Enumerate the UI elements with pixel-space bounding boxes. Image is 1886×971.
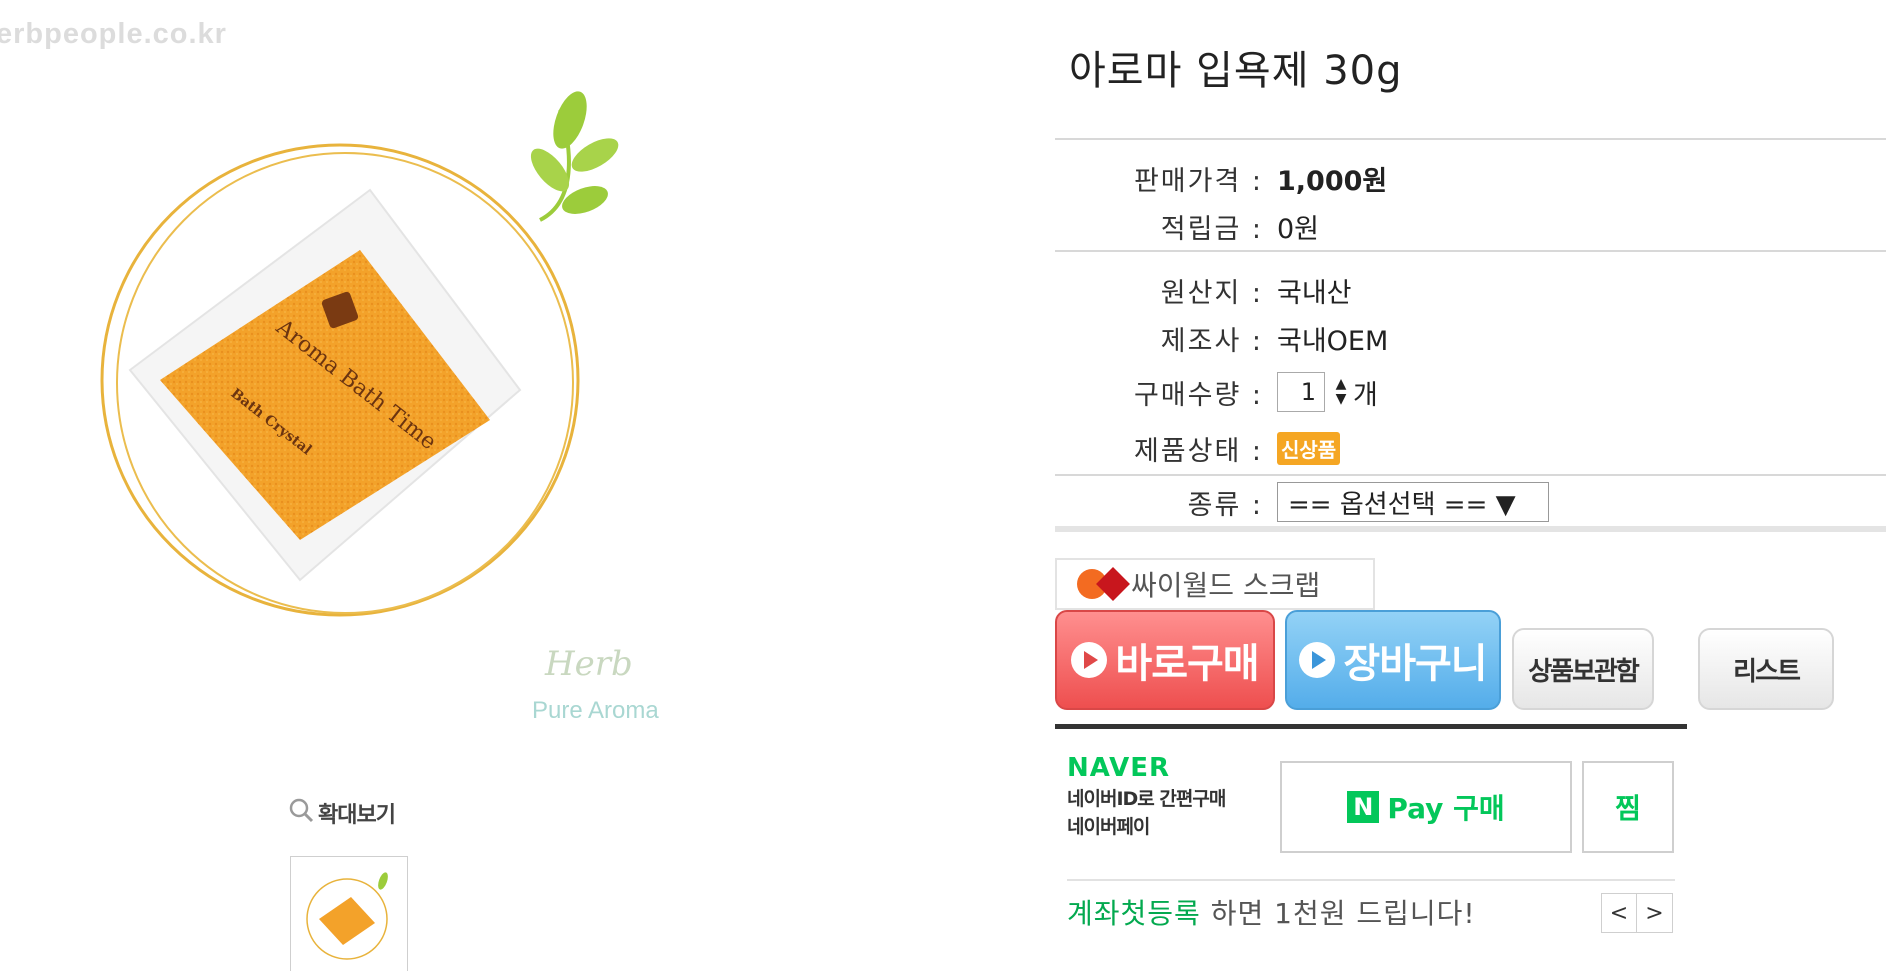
naver-pay-button[interactable]: N Pay 구매 xyxy=(1280,761,1572,853)
status-label: 제품상태 : xyxy=(1133,435,1263,467)
price-row: 판매가격 : 1,000원 xyxy=(1055,156,1886,200)
quantity-unit: 개 xyxy=(1353,379,1378,411)
naver-pay-label: Pay 구매 xyxy=(1387,792,1505,825)
divider xyxy=(1055,526,1886,532)
promo-banner[interactable]: 계좌첫등록 하면 1천원 드립니다! xyxy=(1067,892,1476,932)
status-badge: 신상품 xyxy=(1277,431,1341,465)
buy-now-button[interactable]: 바로구매 xyxy=(1055,610,1275,710)
naver-desc-line2: 네이버페이 xyxy=(1067,816,1150,838)
chevron-right-icon[interactable]: > xyxy=(1637,893,1673,933)
wishlist-button[interactable]: 상품보관함 xyxy=(1512,628,1654,710)
leaf-icon xyxy=(530,91,619,222)
quantity-control: 1 ▲ ▼ 개 xyxy=(1277,372,1378,412)
quantity-label: 구매수량 : xyxy=(1133,379,1263,411)
divider xyxy=(1055,250,1886,252)
thumbnail-image[interactable] xyxy=(290,856,408,971)
chevron-up-icon[interactable]: ▲ xyxy=(1336,377,1347,392)
chevron-down-icon[interactable]: ▼ xyxy=(1336,392,1347,407)
origin-label: 원산지 : xyxy=(1160,277,1263,309)
maker-row: 제조사 : 국내OEM xyxy=(1055,316,1886,360)
cyworld-icon xyxy=(1077,567,1130,601)
cyworld-scrap-button[interactable]: 싸이월드 스크랩 xyxy=(1055,558,1375,610)
list-button[interactable]: 리스트 xyxy=(1698,628,1834,710)
promo-text: 하면 1천원 드립니다! xyxy=(1200,897,1476,930)
naver-desc-line1: 네이버ID로 간편구매 xyxy=(1067,788,1226,810)
origin-row: 원산지 : 국내산 xyxy=(1055,268,1886,312)
quantity-stepper[interactable]: ▲ ▼ xyxy=(1329,377,1353,407)
promo-navigation: < > xyxy=(1601,893,1673,933)
points-row: 적립금 : 0원 xyxy=(1055,204,1886,248)
promo-highlight: 계좌첫등록 xyxy=(1067,897,1201,930)
cart-label: 장바구니 xyxy=(1343,641,1487,687)
naver-n-icon: N xyxy=(1347,791,1380,823)
play-icon xyxy=(1071,642,1108,678)
play-icon xyxy=(1299,642,1336,678)
add-to-cart-button[interactable]: 장바구니 xyxy=(1285,610,1501,710)
status-row: 제품상태 : 신상품 xyxy=(1055,426,1886,470)
product-title: 아로마 입욕제 30g xyxy=(1069,48,1403,94)
type-label: 종류 : xyxy=(1187,489,1263,521)
naver-pay-section: NAVER 네이버ID로 간편구매 네이버페이 N Pay 구매 찜 xyxy=(1055,724,1687,880)
chevron-left-icon[interactable]: < xyxy=(1601,893,1637,933)
naver-zzim-button[interactable]: 찜 xyxy=(1582,761,1674,853)
quantity-input[interactable]: 1 xyxy=(1277,372,1325,412)
maker-label: 제조사 : xyxy=(1160,325,1263,357)
option-select[interactable]: == 옵션선택 == ▼ xyxy=(1277,482,1549,522)
divider xyxy=(1055,474,1886,476)
points-label: 적립금 : xyxy=(1160,213,1263,245)
product-image[interactable]: Aroma Bath Time Bath Crystal Herb Pure A… xyxy=(70,80,730,760)
origin-value: 국내산 xyxy=(1277,277,1352,309)
naver-logo: NAVER xyxy=(1067,753,1171,783)
divider xyxy=(1055,138,1886,140)
type-row: 종류 : == 옵션선택 == ▼ xyxy=(1055,480,1886,524)
maker-value: 국내OEM xyxy=(1277,325,1389,357)
price-label: 판매가격 : xyxy=(1133,165,1263,197)
zoom-button[interactable]: 확대보기 xyxy=(288,797,396,829)
zoom-label: 확대보기 xyxy=(318,803,396,828)
buy-now-label: 바로구매 xyxy=(1115,641,1259,687)
quantity-row: 구매수량 : 1 ▲ ▼ 개 xyxy=(1055,370,1886,414)
divider xyxy=(1067,879,1675,881)
cyworld-label: 싸이월드 스크랩 xyxy=(1131,569,1321,602)
site-watermark: erbpeople.co.kr xyxy=(0,18,227,50)
magnifier-icon xyxy=(288,797,314,829)
price-value: 1,000원 xyxy=(1277,165,1388,197)
svg-text:Herb: Herb xyxy=(544,644,633,684)
naver-pay-description: 네이버ID로 간편구매 네이버페이 xyxy=(1067,785,1226,841)
svg-text:Pure Aroma: Pure Aroma xyxy=(532,697,659,724)
points-value: 0원 xyxy=(1277,213,1320,245)
